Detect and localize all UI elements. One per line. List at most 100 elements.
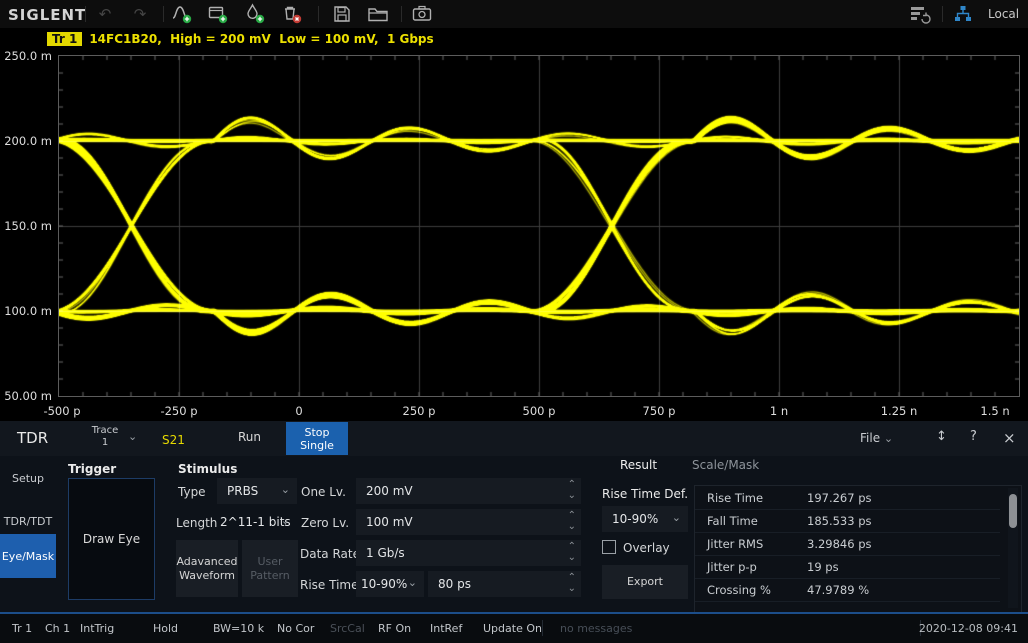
scrollbar-thumb[interactable] bbox=[1009, 494, 1017, 528]
x-axis-tick: 500 p bbox=[509, 404, 569, 418]
help-icon[interactable]: ? bbox=[970, 429, 977, 444]
stimulus-header: Stimulus bbox=[178, 462, 237, 476]
y-axis-tick: 200.0 m bbox=[2, 134, 52, 148]
table-row: Crossing %47.9789 % bbox=[695, 578, 1000, 602]
file-menu[interactable]: File ⌄ bbox=[860, 431, 893, 445]
undo-icon[interactable]: ↶ bbox=[93, 3, 117, 25]
trace-badge[interactable]: Tr 1 bbox=[47, 32, 82, 46]
trace-info: 14FC1B20, High = 200 mV Low = 100 mV, 1 … bbox=[89, 32, 433, 46]
tdr-panel: TDR Trace 1 ⌄ S21 Run Stop Single File ⌄… bbox=[0, 421, 1028, 612]
status-bandwidth: BW=10 k bbox=[213, 622, 264, 635]
chevron-down-icon[interactable]: ⌄ bbox=[672, 511, 681, 524]
run-button[interactable]: Run bbox=[238, 430, 261, 444]
rise-time-field[interactable]: 80 ps ⌃⌄ bbox=[428, 571, 581, 597]
layout-refresh-icon[interactable] bbox=[908, 3, 932, 25]
divider bbox=[163, 6, 164, 22]
type-dropdown[interactable]: PRBS ⌄ bbox=[217, 478, 297, 504]
status-channel: Ch 1 bbox=[45, 622, 70, 635]
divider bbox=[942, 6, 943, 22]
checkbox-icon[interactable] bbox=[602, 540, 616, 554]
chevron-down-icon[interactable]: ⌄ bbox=[408, 576, 417, 589]
status-rf: RF On bbox=[378, 622, 411, 635]
zero-level-field[interactable]: 100 mV ⌃⌄ bbox=[356, 509, 581, 535]
x-axis-tick: 1.5 n bbox=[965, 404, 1025, 418]
table-row: Jitter p-p19 ps bbox=[695, 555, 1000, 579]
scrollbar[interactable] bbox=[1008, 488, 1018, 608]
data-rate-field[interactable]: 1 Gb/s ⌃⌄ bbox=[356, 540, 581, 566]
add-window-icon[interactable] bbox=[206, 3, 230, 25]
add-marker-icon[interactable] bbox=[243, 3, 267, 25]
brand-logo: SIGLENT bbox=[8, 6, 86, 24]
trigger-header: Trigger bbox=[68, 462, 116, 476]
open-file-icon[interactable] bbox=[366, 3, 390, 25]
chevron-down-icon[interactable]: ⌄ bbox=[128, 430, 137, 443]
one-level-label: One Lv. bbox=[301, 485, 346, 499]
rise-time-label: Rise Time bbox=[300, 578, 359, 592]
divider bbox=[318, 6, 319, 22]
screenshot-icon[interactable] bbox=[410, 3, 434, 25]
spinner-arrows[interactable]: ⌃⌄ bbox=[568, 541, 576, 563]
resize-icon[interactable]: ↕ bbox=[936, 429, 947, 444]
length-dropdown[interactable]: 2^11-1 bits ⌄ bbox=[217, 509, 297, 535]
user-pattern-button[interactable]: User Pattern bbox=[242, 540, 298, 597]
overlay-checkbox[interactable]: Overlay bbox=[602, 540, 670, 555]
y-axis-tick: 150.0 m bbox=[2, 219, 52, 233]
export-button[interactable]: Export bbox=[602, 565, 688, 599]
connection-status-label[interactable]: Local bbox=[988, 7, 1019, 21]
sparam-label[interactable]: S21 bbox=[162, 433, 185, 447]
y-axis-tick: 100.0 m bbox=[2, 304, 52, 318]
status-hold: Hold bbox=[153, 622, 178, 635]
eye-diagram-plot bbox=[58, 55, 1020, 397]
save-file-icon[interactable] bbox=[330, 3, 354, 25]
status-ref: IntRef bbox=[430, 622, 462, 635]
divider bbox=[85, 6, 86, 22]
redo-icon[interactable]: ↷ bbox=[128, 3, 152, 25]
status-trigger: IntTrig bbox=[80, 622, 114, 635]
panel-title: TDR bbox=[17, 429, 48, 447]
type-label: Type bbox=[178, 485, 206, 499]
status-update: Update On bbox=[483, 622, 542, 635]
spinner-arrows[interactable]: ⌃⌄ bbox=[568, 479, 576, 501]
status-message: no messages bbox=[560, 622, 632, 635]
tab-scale-mask[interactable]: Scale/Mask bbox=[692, 458, 759, 472]
rise-time-def-dropdown[interactable]: 10-90% ⌄ bbox=[356, 571, 424, 597]
add-trace-icon[interactable] bbox=[170, 3, 194, 25]
status-bar: Tr 1 Ch 1 IntTrig Hold BW=10 k No Cor Sr… bbox=[0, 614, 1028, 643]
table-row: Fall Time185.533 ps bbox=[695, 509, 1000, 533]
tab-eye-mask[interactable]: Eye/Mask bbox=[0, 534, 56, 578]
tab-result[interactable]: Result bbox=[620, 458, 657, 472]
delete-trace-icon[interactable] bbox=[280, 3, 304, 25]
network-icon[interactable] bbox=[951, 3, 975, 25]
x-axis-tick: -250 p bbox=[149, 404, 209, 418]
one-level-field[interactable]: 200 mV ⌃⌄ bbox=[356, 478, 581, 504]
y-axis-tick: 50.00 m bbox=[2, 389, 52, 403]
spinner-arrows[interactable]: ⌃⌄ bbox=[568, 572, 576, 594]
divider bbox=[542, 620, 543, 636]
x-axis-tick: 750 p bbox=[629, 404, 689, 418]
tab-setup[interactable]: Setup bbox=[0, 458, 56, 498]
data-rate-label: Data Rate bbox=[300, 547, 360, 561]
eye-diagram-canvas bbox=[59, 56, 1019, 396]
stop-single-button[interactable]: Stop Single bbox=[286, 422, 348, 455]
draw-eye-button[interactable]: Draw Eye bbox=[68, 478, 155, 600]
status-srccal: SrcCal bbox=[330, 622, 365, 635]
trace-selector[interactable]: Trace 1 bbox=[85, 425, 125, 449]
advanced-waveform-button[interactable]: Adavanced Waveform bbox=[176, 540, 238, 597]
x-axis-tick: 250 p bbox=[389, 404, 449, 418]
length-label: Length bbox=[176, 516, 217, 530]
close-icon[interactable]: × bbox=[1003, 429, 1016, 447]
status-trace: Tr 1 bbox=[12, 622, 32, 635]
divider bbox=[401, 6, 402, 22]
spinner-arrows[interactable]: ⌃⌄ bbox=[568, 510, 576, 532]
status-correction: No Cor bbox=[277, 622, 314, 635]
trace-label: Tr 1 14FC1B20, High = 200 mV Low = 100 m… bbox=[47, 32, 434, 46]
chevron-down-icon[interactable]: ⌄ bbox=[281, 514, 290, 527]
table-row: Rise Time197.267 ps bbox=[695, 486, 1000, 510]
chevron-down-icon[interactable]: ⌄ bbox=[281, 483, 290, 496]
top-toolbar: SIGLENT ↶ ↷ Local bbox=[0, 0, 1028, 29]
result-rise-def-dropdown[interactable]: 10-90% ⌄ bbox=[602, 506, 688, 532]
tdr-title-bar: TDR Trace 1 ⌄ S21 Run Stop Single File ⌄… bbox=[0, 421, 1028, 456]
zero-level-label: Zero Lv. bbox=[301, 516, 349, 530]
y-axis-tick: 250.0 m bbox=[2, 49, 52, 63]
x-axis-tick: -500 p bbox=[32, 404, 92, 418]
